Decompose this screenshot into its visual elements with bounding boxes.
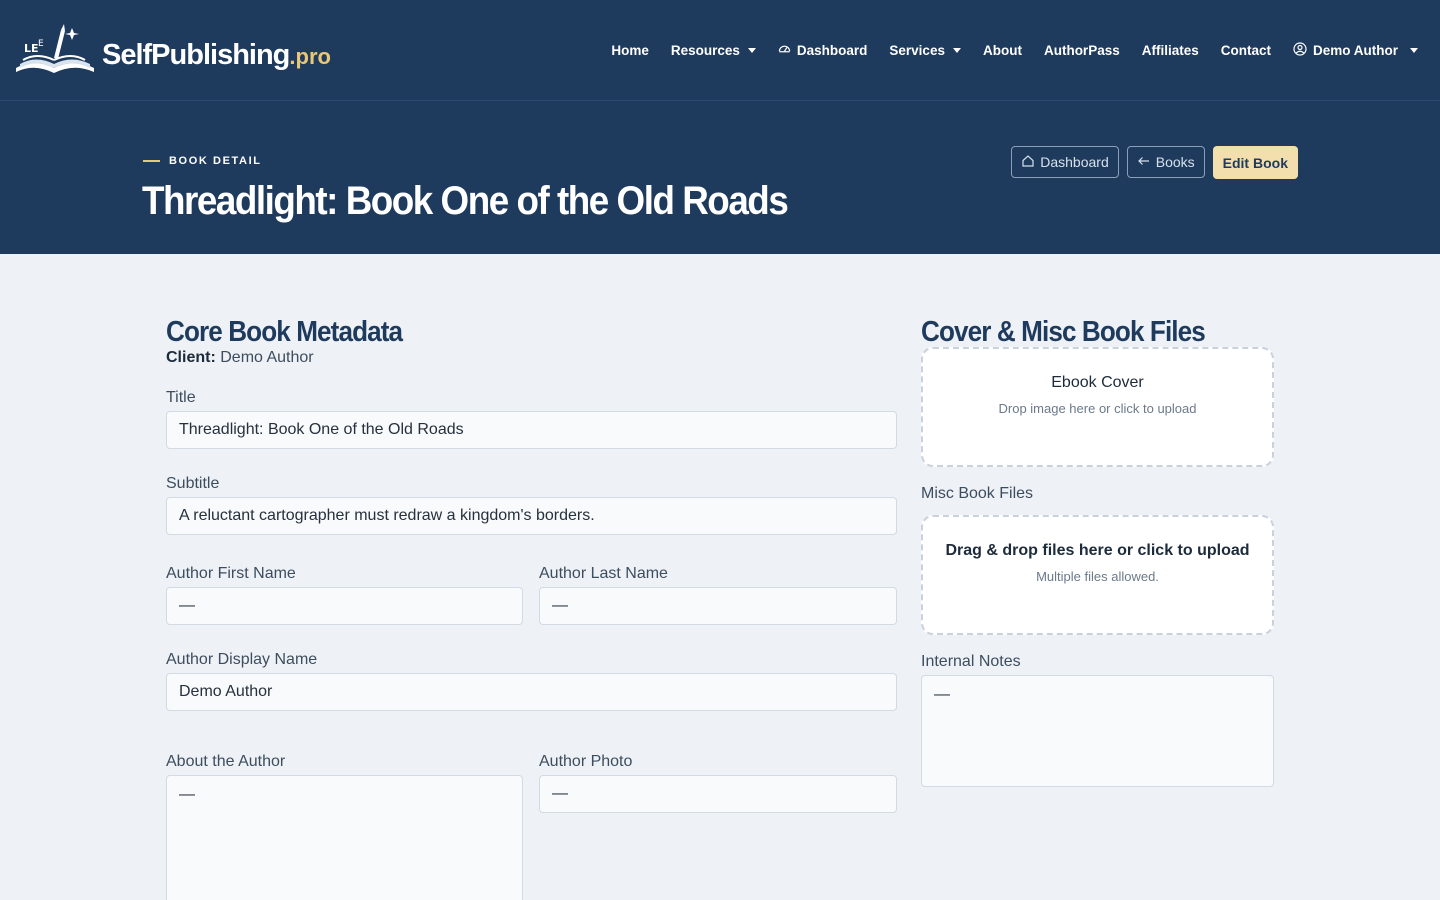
nav-home[interactable]: Home: [611, 43, 649, 58]
main-nav: Home Resources Dashboard Services About Autho…: [611, 0, 1418, 100]
header-actions: Dashboard Books Edit Book: [1011, 146, 1298, 179]
nav-affiliates[interactable]: Affiliates: [1142, 43, 1199, 58]
misc-files-dropzone[interactable]: Drag & drop files here or click to uploa…: [921, 515, 1274, 635]
edit-book-button[interactable]: Edit Book: [1212, 146, 1298, 179]
author-last-name-field[interactable]: —: [539, 587, 897, 625]
user-circle-icon: [1293, 41, 1307, 59]
author-photo-label: Author Photo: [539, 753, 633, 770]
arrow-left-icon: [1137, 154, 1151, 171]
about-author-field[interactable]: —: [166, 775, 523, 900]
eyebrow: BOOK DETAIL: [143, 155, 262, 167]
internal-notes-label: Internal Notes: [921, 653, 1021, 670]
author-display-name-label: Author Display Name: [166, 651, 318, 668]
books-button-label: Books: [1155, 154, 1195, 170]
dashboard-button-label: Dashboard: [1040, 154, 1109, 170]
dashboard-button[interactable]: Dashboard: [1011, 146, 1119, 178]
svg-text:LE: LE: [24, 42, 39, 55]
title-field[interactable]: Threadlight: Book One of the Old Roads: [166, 411, 897, 449]
author-display-name-field[interactable]: Demo Author: [166, 673, 897, 711]
author-last-name-label: Author Last Name: [539, 565, 668, 582]
page-title: Threadlight: Book One of the Old Roads: [142, 179, 789, 223]
nav-affiliates-label: Affiliates: [1141, 42, 1199, 58]
core-metadata-title: Core Book Metadata: [166, 316, 403, 348]
misc-files-drop-hint: Multiple files allowed.: [1036, 569, 1159, 584]
client-line: Client: Demo Author: [166, 349, 314, 366]
internal-notes-field[interactable]: —: [921, 675, 1274, 787]
eyebrow-label: BOOK DETAIL: [169, 155, 262, 167]
author-photo-field[interactable]: —: [539, 775, 897, 813]
user-menu-label: Demo Author: [1313, 42, 1398, 58]
nav-authorpass[interactable]: AuthorPass: [1044, 43, 1120, 58]
subtitle-label: Subtitle: [166, 475, 220, 492]
subtitle-field[interactable]: A reluctant cartographer must redraw a k…: [166, 497, 897, 535]
nav-services-label: Services: [889, 42, 945, 58]
misc-files-label: Misc Book Files: [921, 485, 1034, 502]
nav-resources-label: Resources: [670, 42, 740, 58]
nav-home-label: Home: [611, 42, 649, 58]
core-metadata-section: Core Book Metadata Client: Demo Author T…: [166, 316, 897, 900]
eyebrow-dash: [143, 160, 160, 162]
caret-down-icon: [747, 47, 756, 53]
author-first-name-field[interactable]: —: [166, 587, 523, 625]
title-label: Title: [166, 389, 196, 406]
files-section: Cover & Misc Book Files Ebook Cover Drop…: [921, 316, 1274, 787]
nav-about[interactable]: About: [983, 43, 1022, 58]
speedometer-icon: [778, 42, 791, 58]
author-first-name-label: Author First Name: [166, 565, 296, 582]
files-section-title: Cover & Misc Book Files: [921, 316, 1206, 348]
navbar: LE E SelfPublishing.pro Home Resources Das…: [0, 0, 1440, 101]
nav-contact[interactable]: Contact: [1221, 43, 1271, 58]
ebook-cover-title: Ebook Cover: [1051, 374, 1144, 391]
svg-text:E: E: [38, 39, 44, 49]
misc-files-drop-title: Drag & drop files here or click to uploa…: [945, 542, 1250, 559]
main-content: Core Book Metadata Client: Demo Author T…: [0, 254, 1440, 900]
open-book-logo-icon: LE E: [14, 22, 96, 78]
page-header: BOOK DETAIL Threadlight: Book One of the…: [0, 101, 1440, 254]
books-button[interactable]: Books: [1126, 146, 1205, 178]
nav-authorpass-label: AuthorPass: [1043, 42, 1120, 58]
nav-services[interactable]: Services: [889, 43, 961, 58]
user-menu[interactable]: Demo Author: [1293, 41, 1418, 59]
ebook-cover-dropzone[interactable]: Ebook Cover Drop image here or click to …: [921, 347, 1274, 467]
nav-dashboard-label: Dashboard: [796, 42, 868, 58]
ebook-cover-hint: Drop image here or click to upload: [998, 401, 1197, 416]
caret-down-icon: [1410, 47, 1418, 53]
client-value: Demo Author: [220, 349, 314, 366]
about-author-label: About the Author: [166, 753, 286, 770]
nav-dashboard[interactable]: Dashboard: [778, 42, 868, 58]
house-icon: [1021, 154, 1035, 171]
brand-name: SelfPublishing.pro: [102, 39, 331, 71]
nav-resources[interactable]: Resources: [671, 43, 756, 58]
nav-contact-label: Contact: [1220, 42, 1271, 58]
brand-logo-link[interactable]: LE E SelfPublishing.pro: [14, 22, 331, 78]
nav-about-label: About: [982, 42, 1022, 58]
caret-down-icon: [952, 47, 961, 53]
